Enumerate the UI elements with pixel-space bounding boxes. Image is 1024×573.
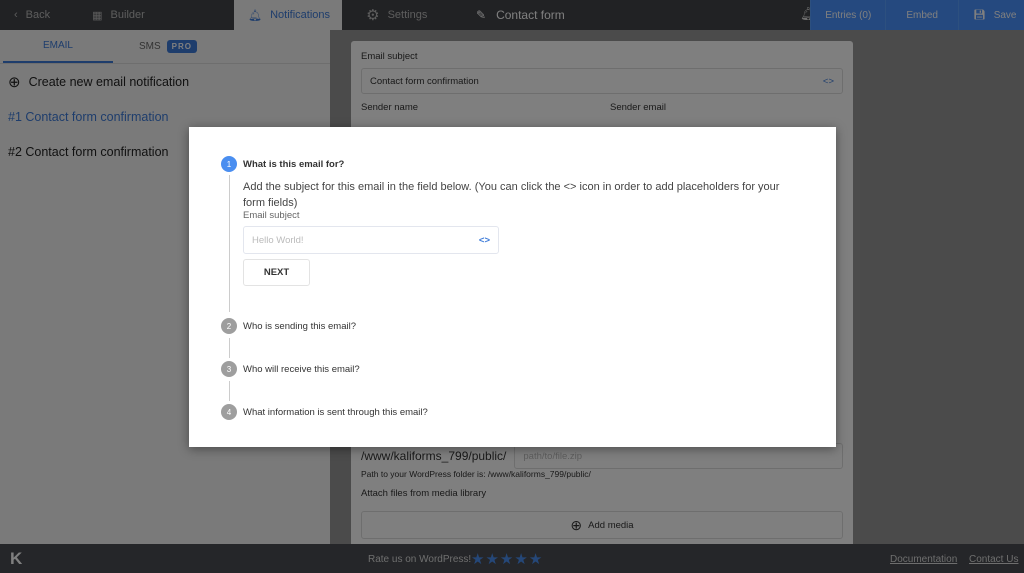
step-1[interactable]: 1 What is this email for? (221, 156, 344, 172)
step-3[interactable]: 3 Who will receive this email? (221, 361, 360, 377)
next-button[interactable]: NEXT (243, 259, 310, 286)
notification-wizard-modal: 1 What is this email for? Add the subject… (189, 127, 836, 447)
step-2[interactable]: 2 Who is sending this email? (221, 318, 356, 334)
email-subject-input[interactable]: Hello World! <> (243, 226, 499, 254)
placeholder-code-icon[interactable]: <> (479, 235, 490, 246)
step-description: Add the subject for this email in the fi… (243, 181, 780, 209)
field-label: Email subject (243, 210, 300, 221)
step-4[interactable]: 4 What information is sent through this e… (221, 404, 428, 420)
